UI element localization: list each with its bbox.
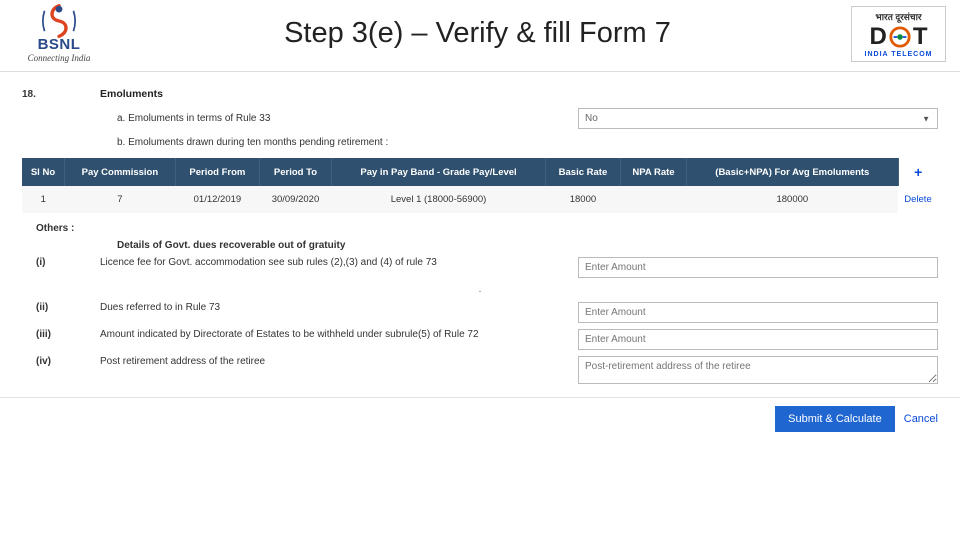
cancel-button[interactable]: Cancel [904, 413, 938, 425]
section-title: Emoluments [100, 88, 938, 100]
submit-calculate-button[interactable]: Submit & Calculate [775, 406, 895, 432]
dot-t: T [913, 23, 928, 51]
cell-periodfrom: 01/12/2019 [175, 186, 259, 213]
bsnl-text: BSNL [38, 36, 81, 53]
dues-i-label: Licence fee for Govt. accommodation see … [100, 257, 578, 268]
dues-iii-num: (iii) [22, 329, 100, 340]
dues-i-num: (i) [22, 257, 100, 268]
dues-iii-label: Amount indicated by Directorate of Estat… [100, 329, 578, 340]
cell-basicrate: 18000 [546, 186, 621, 213]
rule33-select[interactable]: No [578, 108, 938, 129]
dues-iv-label: Post retirement address of the retiree [100, 356, 578, 367]
dues-ii-num: (ii) [22, 302, 100, 313]
emoluments-table: Sl No Pay Commission Period From Period … [22, 158, 938, 213]
dues-ii-input[interactable] [578, 302, 938, 323]
th-avgemol: (Basic+NPA) For Avg Emoluments [687, 158, 898, 186]
cell-periodto: 30/09/2020 [259, 186, 331, 213]
cell-slno: 1 [22, 186, 64, 213]
others-heading: Others : [36, 223, 938, 234]
dues-iii-input[interactable] [578, 329, 938, 350]
dot-d: D [869, 23, 886, 51]
govt-dues-heading: Details of Govt. dues recoverable out of… [117, 240, 938, 251]
section-number: 18. [22, 89, 100, 100]
dot-o-icon [889, 26, 911, 48]
th-periodto: Period To [259, 158, 331, 186]
table-row: 1 7 01/12/2019 30/09/2020 Level 1 (18000… [22, 186, 938, 213]
th-payband: Pay in Pay Band - Grade Pay/Level [331, 158, 545, 186]
cell-nparate [620, 186, 686, 213]
th-slno: Sl No [22, 158, 64, 186]
form-content: 18. Emoluments a. Emoluments in terms of… [0, 72, 960, 397]
th-periodfrom: Period From [175, 158, 259, 186]
bsnl-tagline: Connecting India [28, 53, 91, 63]
rule33-label: a. Emoluments in terms of Rule 33 [117, 113, 578, 124]
dot-india-text: INDIA TELECOM [858, 51, 939, 58]
dot-logo: भारत दूरसंचार D T INDIA TELECOM [851, 6, 946, 62]
add-row-button[interactable]: + [898, 158, 938, 186]
th-basicrate: Basic Rate [546, 158, 621, 186]
ten-months-label: b. Emoluments drawn during ten months pe… [117, 137, 938, 148]
cell-avgemol: 180000 [687, 186, 898, 213]
dues-iv-textarea[interactable] [578, 356, 938, 384]
delete-row-button[interactable]: Delete [898, 186, 938, 213]
dues-ii-label: Dues referred to in Rule 73 [100, 302, 578, 313]
page-title: Step 3(e) – Verify & fill Form 7 [104, 17, 851, 50]
th-nparate: NPA Rate [620, 158, 686, 186]
cell-paycommission: 7 [64, 186, 175, 213]
th-paycommission: Pay Commission [64, 158, 175, 186]
cell-payband: Level 1 (18000-56900) [331, 186, 545, 213]
bsnl-logo-icon [37, 4, 81, 38]
bsnl-logo: BSNL Connecting India [14, 4, 104, 63]
dues-i-input[interactable] [578, 257, 938, 278]
separator-dot: . [22, 284, 938, 296]
page-header: BSNL Connecting India Step 3(e) – Verify… [0, 0, 960, 72]
footer-actions: Submit & Calculate Cancel [0, 397, 960, 440]
table-header-row: Sl No Pay Commission Period From Period … [22, 158, 938, 186]
dues-iv-num: (iv) [22, 356, 100, 367]
dot-hindi-text: भारत दूरसंचार [858, 10, 939, 23]
